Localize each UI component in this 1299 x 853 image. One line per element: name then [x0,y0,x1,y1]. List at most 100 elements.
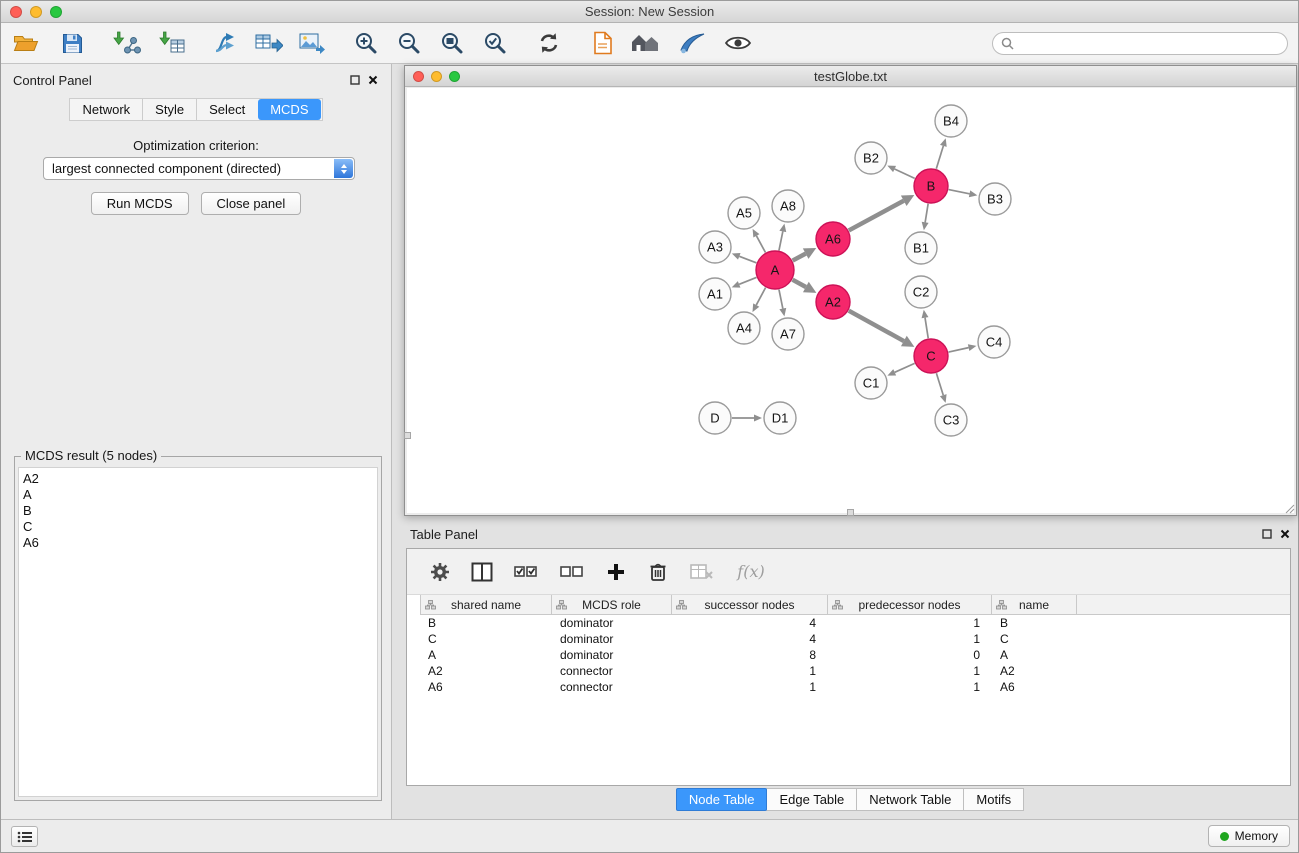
import-table-button[interactable] [155,27,189,59]
table-cell[interactable]: 1 [672,680,828,694]
node-C[interactable]: C [914,339,948,373]
table-cell[interactable]: 1 [828,664,992,678]
node-D1[interactable]: D1 [764,402,796,434]
mcds-result-item[interactable]: A2 [23,471,377,487]
eye-button[interactable] [721,27,755,59]
mcds-result-item[interactable]: A6 [23,535,377,551]
table-cell[interactable]: 1 [672,664,828,678]
table-cell[interactable]: C [420,632,552,646]
apply-layout-button[interactable] [532,27,566,59]
import-network-button[interactable] [109,27,143,59]
delete-table-button[interactable] [687,559,717,585]
table-cell[interactable]: C [992,632,1077,646]
table-row[interactable]: A6connector11A6 [420,679,1290,695]
table-cell[interactable]: B [420,616,552,630]
edge-C-C2[interactable] [925,318,928,339]
show-columns-button[interactable] [469,559,495,585]
edge-B-B3[interactable] [949,190,970,194]
table-cell[interactable]: A2 [992,664,1077,678]
resize-handle-bottom[interactable] [847,509,854,516]
table-cell[interactable]: 1 [828,680,992,694]
edge-A-A6[interactable] [793,254,806,261]
table-cell[interactable]: A [420,648,552,662]
edge-C-C4[interactable] [949,348,969,352]
node-B4[interactable]: B4 [935,105,967,137]
edge-A-A4[interactable] [756,288,765,305]
zoom-in-button[interactable] [349,27,383,59]
tab-edge-table[interactable]: Edge Table [766,788,857,811]
column-header-predecessor-nodes[interactable]: predecessor nodes [828,595,992,614]
mcds-result-list[interactable]: A2ABCA6 [18,467,378,797]
table-row[interactable]: Bdominator41B [420,615,1290,631]
tab-mcds[interactable]: MCDS [258,99,320,120]
edge-B-B4[interactable] [936,146,943,169]
column-header-shared-name[interactable]: shared name [420,595,552,614]
table-cell[interactable]: 4 [672,632,828,646]
tab-network[interactable]: Network [70,99,142,120]
table-cell[interactable]: B [992,616,1077,630]
tab-select[interactable]: Select [196,99,257,120]
mcds-result-item[interactable]: C [23,519,377,535]
table-cell[interactable]: dominator [552,648,672,662]
close-window-button[interactable] [10,6,22,18]
function-builder-button[interactable]: f(x) [733,559,769,585]
node-A6[interactable]: A6 [816,222,850,256]
home-button[interactable] [629,27,663,59]
edge-C-C1[interactable] [895,363,915,372]
node-C4[interactable]: C4 [978,326,1010,358]
search-input[interactable] [1019,36,1287,51]
export-image-button[interactable] [295,27,329,59]
node-B2[interactable]: B2 [855,142,887,174]
zoom-selected-button[interactable] [478,27,512,59]
network-canvas[interactable]: B4B2BB3A5A8A6A3AB1A1A2C2A4A7C4CC1DD1C3 [407,88,1294,513]
node-A4[interactable]: A4 [728,312,760,344]
tab-motifs[interactable]: Motifs [963,788,1024,811]
mcds-result-item[interactable]: A [23,487,377,503]
table-row[interactable]: Adominator80A [420,647,1290,663]
edge-A-A5[interactable] [756,236,765,253]
export-table-button[interactable] [252,27,286,59]
table-cell[interactable]: connector [552,680,672,694]
table-cell[interactable]: 1 [828,632,992,646]
style-brush-button[interactable] [675,27,709,59]
edge-A6-B[interactable] [849,201,904,231]
node-D[interactable]: D [699,402,731,434]
zoom-out-button[interactable] [392,27,426,59]
run-mcds-button[interactable]: Run MCDS [91,192,189,215]
zoom-fit-button[interactable] [435,27,469,59]
table-close-panel-button[interactable] [1279,528,1291,540]
node-C3[interactable]: C3 [935,404,967,436]
node-C1[interactable]: C1 [855,367,887,399]
export-network-button[interactable] [209,27,243,59]
edge-A-A1[interactable] [739,277,756,284]
window-titlebar[interactable]: Session: New Session [1,1,1298,23]
tab-network-table[interactable]: Network Table [856,788,964,811]
tab-node-table[interactable]: Node Table [676,788,768,811]
criterion-dropdown[interactable]: largest connected component (directed) [43,157,355,180]
network-view-window[interactable]: testGlobe.txt B4B2BB3A5A8A6A3AB1A1A2C2A4… [404,65,1297,516]
edge-B-B1[interactable] [925,204,928,223]
edge-A-A8[interactable] [779,231,783,250]
add-row-button[interactable] [603,559,629,585]
zoom-window-button[interactable] [50,6,62,18]
node-C2[interactable]: C2 [905,276,937,308]
node-B1[interactable]: B1 [905,232,937,264]
node-A7[interactable]: A7 [772,318,804,350]
table-cell[interactable]: 1 [828,616,992,630]
node-A2[interactable]: A2 [816,285,850,319]
open-session-button[interactable] [9,27,43,59]
edge-A-A2[interactable] [793,280,806,287]
table-cell[interactable]: 0 [828,648,992,662]
column-header-name[interactable]: name [992,595,1077,614]
settings-gear-button[interactable] [427,559,453,585]
edge-B-B2[interactable] [895,169,915,178]
table-cell[interactable]: dominator [552,632,672,646]
table-row[interactable]: Cdominator41C [420,631,1290,647]
table-float-panel-button[interactable] [1261,528,1273,540]
minimize-window-button[interactable] [30,6,42,18]
node-B[interactable]: B [914,169,948,203]
edge-A-A3[interactable] [739,256,756,263]
network-window-titlebar[interactable]: testGlobe.txt [405,66,1296,87]
edge-A2-C[interactable] [849,311,904,341]
resize-grip-icon[interactable] [1283,502,1295,514]
